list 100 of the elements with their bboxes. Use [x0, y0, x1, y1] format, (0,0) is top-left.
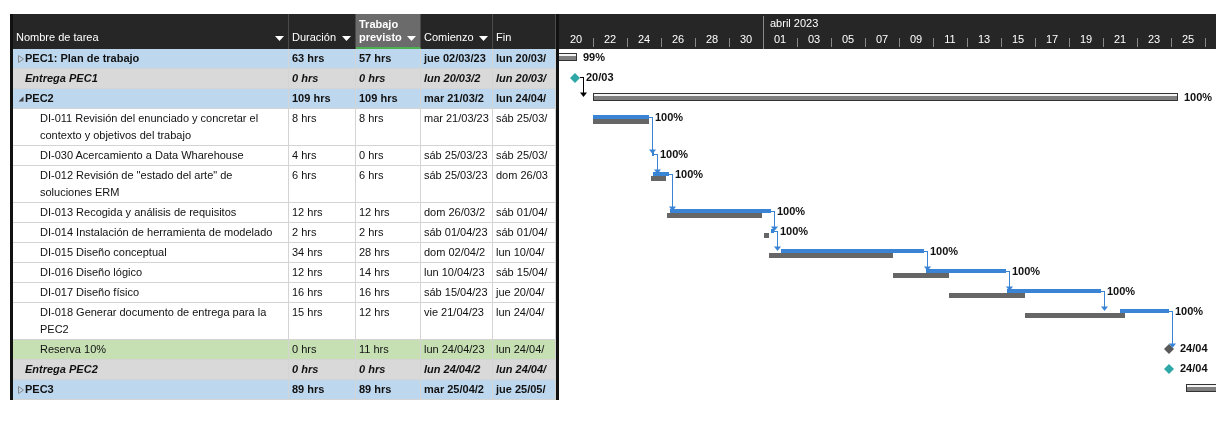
- link-arrow: [668, 203, 676, 211]
- table-cell: jue 20/04/: [493, 283, 556, 303]
- day-label: 23: [1146, 33, 1162, 45]
- task-name: DI-016 Diseño lógico: [40, 265, 144, 280]
- expand-icon[interactable]: [17, 95, 25, 103]
- task-name: Entrega PEC1: [25, 71, 99, 86]
- table-cell: jue 25/05/: [493, 380, 556, 400]
- table-cell: 89 hrs: [289, 380, 356, 400]
- table-cell: 12 hrs: [289, 263, 356, 283]
- task-name: DI-012 Revisión de "estado del arte" de soluciones ERM: [40, 168, 234, 200]
- table-cell: sáb 25/03/: [493, 146, 556, 166]
- baseline-bar: [593, 119, 649, 124]
- task-name: DI-018 Generar documento de entrega para la PEC2: [40, 305, 268, 337]
- table-cell: 14 hrs: [356, 263, 421, 283]
- table-cell: 12 hrs: [289, 203, 356, 223]
- bar-label: 100%: [655, 110, 684, 125]
- column-header[interactable]: Trabajo previsto: [356, 14, 421, 49]
- table-cell: mar 25/04/2: [421, 380, 493, 400]
- day-label: 30: [738, 33, 754, 45]
- table-cell: 8 hrs: [289, 109, 356, 146]
- day-label: 01: [772, 33, 788, 45]
- baseline-bar: [764, 233, 769, 238]
- link-arrow: [770, 223, 778, 231]
- day-label: 11: [943, 33, 957, 45]
- task-name: DI-030 Acercamiento a Data Wharehouse: [40, 148, 245, 163]
- task-name: DI-013 Recogida y análisis de requisitos: [40, 205, 238, 220]
- table-cell: sáb 15/04/23: [421, 283, 493, 303]
- table-cell: sáb 01/04/: [493, 203, 556, 223]
- day-label: 28: [704, 33, 720, 45]
- table-cell: dom 02/04/2: [421, 243, 493, 263]
- task-bar: [771, 229, 774, 233]
- table-cell: 6 hrs: [289, 166, 356, 203]
- table-cell: mar 21/03/23: [421, 109, 493, 146]
- day-label: 03: [806, 33, 822, 45]
- day-label: 07: [874, 33, 890, 45]
- day-label: 20: [568, 33, 584, 45]
- baseline-bar: [651, 176, 666, 181]
- table-cell: 57 hrs: [356, 49, 421, 69]
- table-cell: 0 hrs: [289, 340, 356, 360]
- table-cell: dom 26/03/2: [421, 203, 493, 223]
- bar-label: 99%: [583, 50, 606, 65]
- day-label: 19: [1078, 33, 1094, 45]
- table-cell: 12 hrs: [356, 203, 421, 223]
- link-arrow: [653, 166, 661, 174]
- day-label: 24: [636, 33, 652, 45]
- table-cell: sáb 01/04/: [493, 223, 556, 243]
- table-cell: sáb 01/04/23: [421, 223, 493, 243]
- bar-label: 100%: [675, 167, 704, 182]
- table-cell: sáb 15/04/: [493, 263, 556, 283]
- table-cell: dom 26/03: [493, 166, 556, 203]
- task-name: DI-015 Diseño conceptual: [40, 245, 168, 260]
- task-bar: [593, 115, 649, 119]
- link-arrow: [773, 243, 781, 251]
- table-cell: sáb 25/03/23: [421, 166, 493, 203]
- month-label: abril 2023: [770, 17, 819, 29]
- baseline-bar: [893, 273, 949, 278]
- table-cell: jue 02/03/23: [421, 49, 493, 69]
- table-cell: vie 21/04/23: [421, 303, 493, 340]
- caret-icon: [479, 36, 488, 41]
- day-label: 26: [670, 33, 686, 45]
- day-label: 05: [840, 33, 856, 45]
- caret-icon: [275, 36, 284, 41]
- bar-label: 100%: [777, 204, 806, 219]
- bar-label: 100%: [1184, 90, 1213, 105]
- table-cell: 63 hrs: [289, 49, 356, 69]
- table-cell: 11 hrs: [356, 340, 421, 360]
- link-arrow: [1100, 303, 1108, 311]
- table-cell: mar 21/03/2: [421, 89, 493, 109]
- table-cell: lun 24/04/2: [421, 360, 493, 380]
- task-name: DI-014 Instalación de herramienta de modelado: [40, 225, 274, 240]
- link-arrow: [648, 146, 656, 154]
- day-label: 09: [908, 33, 924, 45]
- day-label: 21: [1112, 33, 1128, 45]
- table-cell: 15 hrs: [289, 303, 356, 340]
- bar-label: 100%: [1175, 304, 1204, 319]
- table-cell: 109 hrs: [289, 89, 356, 109]
- table-cell: 16 hrs: [356, 283, 421, 303]
- table-cell: lun 20/03/2: [421, 69, 493, 89]
- task-name: PEC3: [25, 382, 55, 397]
- table-cell: 0 hrs: [356, 69, 421, 89]
- day-label: 25: [1180, 33, 1196, 45]
- day-label: 22: [602, 33, 618, 45]
- caret-icon: [342, 36, 351, 41]
- bar-label: 24/04: [1180, 341, 1208, 356]
- bar-label: 100%: [780, 224, 809, 239]
- table-cell: sáb 25/03/23: [421, 146, 493, 166]
- table-cell: lun 10/04/: [493, 243, 556, 263]
- table-cell: 89 hrs: [356, 380, 421, 400]
- day-label: 13: [976, 33, 992, 45]
- task-name: PEC1: Plan de trabajo: [25, 51, 141, 66]
- table-cell: 12 hrs: [356, 303, 421, 340]
- table-cell: lun 24/04/: [493, 360, 556, 380]
- table-cell: 109 hrs: [356, 89, 421, 109]
- table-cell: 2 hrs: [356, 223, 421, 243]
- task-bar: [653, 172, 669, 176]
- table-cell: 0 hrs: [289, 360, 356, 380]
- table-cell: sáb 25/03/: [493, 109, 556, 146]
- task-name: DI-017 Diseño físico: [40, 285, 141, 300]
- bar-label: 100%: [660, 147, 689, 162]
- bar-label: 24/04: [1180, 361, 1208, 376]
